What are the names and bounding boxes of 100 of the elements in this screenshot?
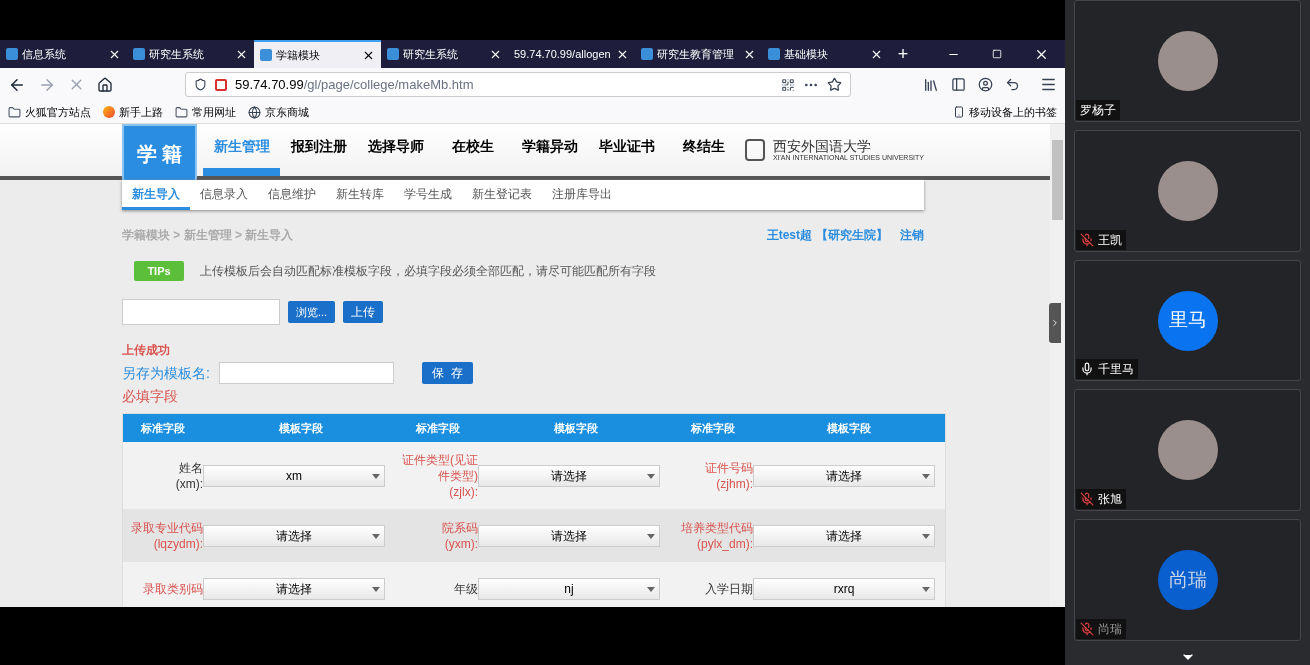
browser-tab[interactable]: 信息系统 bbox=[0, 40, 127, 68]
participant-tile[interactable]: 里马 千里马 bbox=[1074, 259, 1301, 382]
tab-favicon-icon bbox=[133, 48, 145, 60]
maximize-icon[interactable] bbox=[992, 49, 1002, 59]
field-label: 院系码 (yxm): bbox=[441, 519, 478, 552]
participant-tile[interactable]: 尚瑞 尚瑞 bbox=[1074, 519, 1301, 642]
tab-title: 研究生系统 bbox=[403, 46, 459, 62]
nav-tab[interactable]: 选择导师 bbox=[357, 124, 434, 176]
bookmark-link[interactable]: 新手上路 bbox=[119, 103, 163, 121]
subnav-tab[interactable]: 学号生成 bbox=[394, 180, 462, 210]
field-select[interactable]: nj bbox=[478, 577, 660, 600]
url-bar[interactable]: 59.74.70.99/gl/page/college/makeMb.htm bbox=[185, 72, 851, 97]
subnav-tab[interactable]: 新生登记表 bbox=[462, 180, 542, 210]
save-button[interactable]: 保 存 bbox=[422, 362, 473, 384]
globe-icon bbox=[248, 105, 261, 119]
browser-tab[interactable]: 基础模块 bbox=[762, 40, 889, 68]
subnav-tab[interactable]: 注册库导出 bbox=[542, 180, 622, 210]
tips-badge: TIPs bbox=[134, 261, 184, 281]
upload-status: 上传成功 bbox=[122, 342, 171, 359]
field-select[interactable]: 请选择 bbox=[753, 524, 935, 547]
mobile-icon bbox=[953, 106, 965, 118]
bookmark-link[interactable]: 移动设备上的书签 bbox=[969, 103, 1057, 121]
tab-favicon-icon bbox=[387, 48, 399, 60]
breadcrumb: 学籍模块 > 新生管理 > 新生导入 bbox=[122, 227, 294, 244]
user-role: 【研究生院】 bbox=[816, 227, 888, 244]
undo-icon[interactable] bbox=[1005, 77, 1020, 92]
tab-favicon-icon bbox=[768, 48, 780, 60]
field-label: 录取专业代码 (lqzydm): bbox=[130, 519, 203, 552]
subnav-tab[interactable]: 新生导入 bbox=[122, 180, 190, 210]
dropdown-arrow-icon bbox=[372, 533, 380, 539]
nav-tab[interactable]: 毕业证书 bbox=[588, 124, 665, 176]
scrollbar[interactable] bbox=[1050, 124, 1065, 607]
tab-title: 59.74.70.99/allogen bbox=[514, 46, 612, 62]
subnav-tab[interactable]: 新生转库 bbox=[326, 180, 394, 210]
field-label: 年级 bbox=[453, 580, 478, 597]
dropdown-arrow-icon bbox=[922, 586, 930, 592]
browse-button[interactable]: 浏览... bbox=[288, 301, 336, 323]
url-text: 59.74.70.99/gl/page/college/makeMb.htm bbox=[235, 75, 474, 94]
field-select[interactable]: 请选择 bbox=[203, 577, 385, 600]
dropdown-arrow-icon bbox=[647, 473, 655, 479]
browser-tab[interactable]: 研究生系统 bbox=[127, 40, 254, 68]
account-icon[interactable] bbox=[978, 77, 993, 92]
field-select[interactable]: 请选择 bbox=[478, 464, 660, 487]
tab-title: 基础模块 bbox=[784, 46, 829, 62]
dropdown-arrow-icon bbox=[372, 473, 380, 479]
tips-text: 上传模板后会自动匹配标准模板字段，必填字段必须全部匹配，请尽可能匹配所有字段 bbox=[200, 263, 656, 280]
browser-tab[interactable]: 研究生教育管理 bbox=[635, 40, 762, 68]
participant-tile[interactable]: 罗杨子 bbox=[1074, 0, 1301, 122]
browser-logo-icon bbox=[103, 106, 115, 118]
upload-button[interactable]: 上传 bbox=[343, 301, 384, 323]
sidebar-icon[interactable] bbox=[951, 77, 966, 92]
browser-tab[interactable]: 学籍模块 bbox=[254, 40, 381, 68]
tab-favicon-icon bbox=[260, 49, 272, 61]
bookmark-link[interactable]: 常用网址 bbox=[192, 103, 236, 121]
home-icon[interactable] bbox=[97, 76, 113, 93]
field-select[interactable]: 请选择 bbox=[203, 524, 385, 547]
browser-tab[interactable]: 研究生系统 bbox=[381, 40, 508, 68]
field-select[interactable]: xm bbox=[203, 464, 385, 487]
nav-tab[interactable]: 终结生 bbox=[665, 124, 742, 176]
participant-tile[interactable]: 王凯 bbox=[1074, 129, 1301, 252]
subnav-tab[interactable]: 信息维护 bbox=[258, 180, 326, 210]
tab-title: 信息系统 bbox=[22, 46, 67, 62]
field-select[interactable]: 请选择 bbox=[753, 464, 935, 487]
bookmark-link[interactable]: 火狐官方站点 bbox=[25, 103, 91, 121]
dropdown-arrow-icon bbox=[922, 473, 930, 479]
column-header: 模板字段 bbox=[552, 420, 599, 436]
browser-tab[interactable]: 59.74.70.99/allogen bbox=[508, 40, 635, 68]
field-label: 录取类别码 bbox=[142, 580, 203, 597]
participant-tile[interactable]: 张旭 bbox=[1074, 389, 1301, 512]
field-label: 入学日期 bbox=[704, 580, 753, 597]
folder-icon bbox=[175, 105, 188, 119]
tab-favicon-icon bbox=[6, 48, 18, 60]
nav-tab[interactable]: 报到注册 bbox=[280, 124, 357, 176]
dropdown-arrow-icon bbox=[647, 586, 655, 592]
menu-icon[interactable] bbox=[1040, 76, 1057, 93]
template-name-input[interactable] bbox=[219, 362, 394, 384]
nav-tab[interactable]: 学籍异动 bbox=[511, 124, 588, 176]
library-icon[interactable] bbox=[923, 76, 939, 93]
qr-code-icon[interactable] bbox=[781, 77, 795, 92]
file-input-field[interactable] bbox=[122, 299, 280, 325]
tab-title: 研究生教育管理 bbox=[657, 46, 735, 62]
field-select[interactable]: 请选择 bbox=[478, 524, 660, 547]
university-name: 西安外国语大学 bbox=[772, 138, 872, 154]
bookmark-link[interactable]: 京东商城 bbox=[265, 103, 309, 121]
column-header: 模板字段 bbox=[826, 420, 872, 436]
field-label: 证件类型(见证件类型) (zjlx): bbox=[401, 451, 478, 500]
dropdown-arrow-icon bbox=[647, 533, 655, 539]
field-select[interactable]: rxrq bbox=[753, 577, 935, 600]
column-header: 模板字段 bbox=[277, 420, 324, 436]
participant-name: 张旭 bbox=[1098, 491, 1122, 509]
column-header: 标准字段 bbox=[140, 420, 186, 436]
required-fields-title: 必填字段 bbox=[122, 387, 179, 406]
star-icon[interactable] bbox=[827, 77, 842, 92]
chevron-right-icon bbox=[1050, 318, 1060, 328]
save-as-label: 另存为模板名: bbox=[122, 363, 211, 383]
field-label: 培养类型代码 (pylx_dm): bbox=[680, 519, 753, 552]
user-name: 王test超 bbox=[766, 227, 812, 244]
column-header: 标准字段 bbox=[690, 420, 736, 436]
nav-tab[interactable]: 在校生 bbox=[434, 124, 511, 176]
new-tab-button[interactable]: + bbox=[889, 40, 917, 68]
